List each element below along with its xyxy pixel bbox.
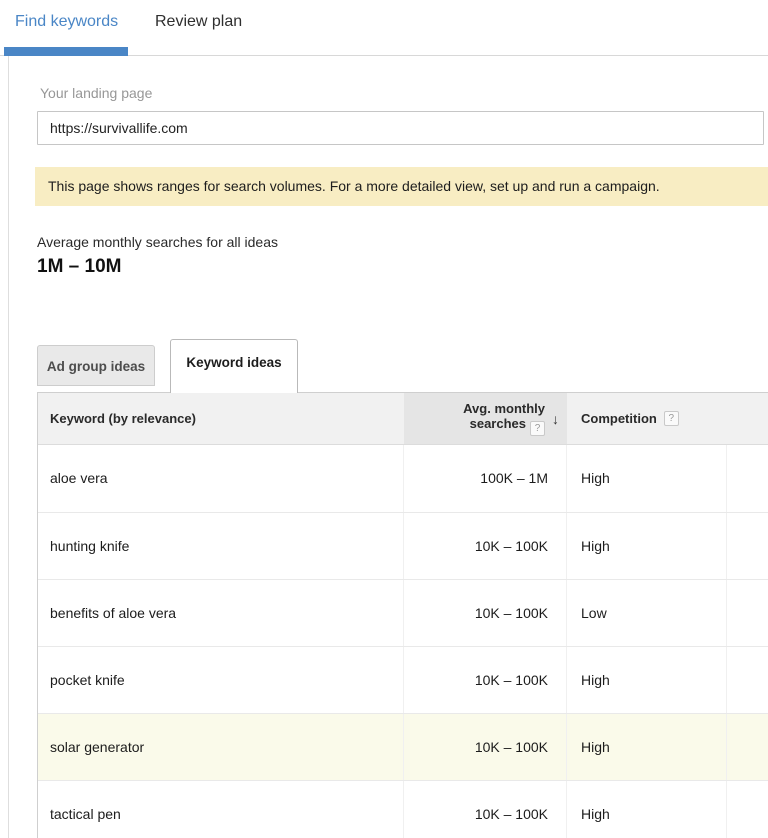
search-volume-notice: This page shows ranges for search volume… — [35, 167, 768, 206]
tab-ad-group-ideas[interactable]: Ad group ideas — [37, 345, 155, 386]
keyword-cell: solar generator — [38, 714, 404, 780]
tab-find-keywords[interactable]: Find keywords — [15, 13, 118, 31]
competition-cell: High — [567, 513, 727, 579]
extra-cell — [727, 714, 768, 780]
table-header-row: Keyword (by relevance) Avg. monthly sear… — [38, 393, 768, 445]
keyword-cell: pocket knife — [38, 647, 404, 713]
page-tabbar: Find keywords Review plan — [0, 0, 768, 56]
competition-cell: High — [567, 647, 727, 713]
competition-header-label: Competition — [581, 411, 657, 426]
panel-left-border — [8, 56, 9, 838]
keyword-cell: aloe vera — [38, 445, 404, 512]
table-row[interactable]: solar generator 10K – 100K High — [38, 713, 768, 780]
column-header-competition[interactable]: Competition ? — [567, 393, 727, 444]
extra-cell — [727, 445, 768, 512]
competition-cell: High — [567, 714, 727, 780]
column-header-extra: ? — [727, 393, 768, 444]
sort-descending-icon[interactable]: ↓ — [552, 411, 559, 427]
competition-cell: High — [567, 445, 727, 512]
avg-monthly-searches-cell: 10K – 100K — [404, 513, 567, 579]
active-tab-underline — [4, 47, 128, 56]
table-body: aloe vera 100K – 1M High hunting knife 1… — [38, 445, 768, 838]
help-icon[interactable]: ? — [664, 411, 679, 426]
avg-monthly-searches-cell: 10K – 100K — [404, 714, 567, 780]
avg-header-line2-wrap: searches? — [470, 416, 545, 431]
tab-keyword-ideas[interactable]: Keyword ideas — [170, 339, 298, 393]
extra-cell — [727, 647, 768, 713]
extra-cell — [727, 580, 768, 646]
avg-header-line2: searches — [470, 416, 526, 431]
keyword-cell: hunting knife — [38, 513, 404, 579]
table-row[interactable]: pocket knife 10K – 100K High — [38, 646, 768, 713]
keyword-cell: benefits of aloe vera — [38, 580, 404, 646]
avg-monthly-searches-header-text: Avg. monthly searches? — [463, 401, 545, 436]
avg-monthly-searches-value: 1M – 10M — [37, 256, 121, 278]
help-icon[interactable]: ? — [530, 421, 545, 436]
avg-header-line1: Avg. monthly — [463, 401, 545, 416]
competition-cell: High — [567, 781, 727, 838]
tab-review-plan[interactable]: Review plan — [155, 13, 242, 31]
avg-monthly-searches-cell: 100K – 1M — [404, 445, 567, 512]
keyword-ideas-table: Keyword (by relevance) Avg. monthly sear… — [37, 392, 768, 838]
extra-cell — [727, 781, 768, 838]
table-row[interactable]: tactical pen 10K – 100K High — [38, 780, 768, 838]
landing-page-input[interactable] — [37, 111, 764, 145]
competition-cell: Low — [567, 580, 727, 646]
avg-monthly-searches-cell: 10K – 100K — [404, 580, 567, 646]
avg-monthly-searches-label: Average monthly searches for all ideas — [37, 234, 278, 250]
column-header-avg-monthly-searches[interactable]: Avg. monthly searches? ↓ — [404, 393, 567, 444]
column-header-keyword[interactable]: Keyword (by relevance) — [38, 393, 404, 444]
table-row[interactable]: hunting knife 10K – 100K High — [38, 512, 768, 579]
table-row[interactable]: benefits of aloe vera 10K – 100K Low — [38, 579, 768, 646]
avg-monthly-searches-cell: 10K – 100K — [404, 647, 567, 713]
keyword-cell: tactical pen — [38, 781, 404, 838]
landing-page-label: Your landing page — [40, 85, 152, 101]
extra-cell — [727, 513, 768, 579]
table-row[interactable]: aloe vera 100K – 1M High — [38, 445, 768, 512]
avg-monthly-searches-cell: 10K – 100K — [404, 781, 567, 838]
